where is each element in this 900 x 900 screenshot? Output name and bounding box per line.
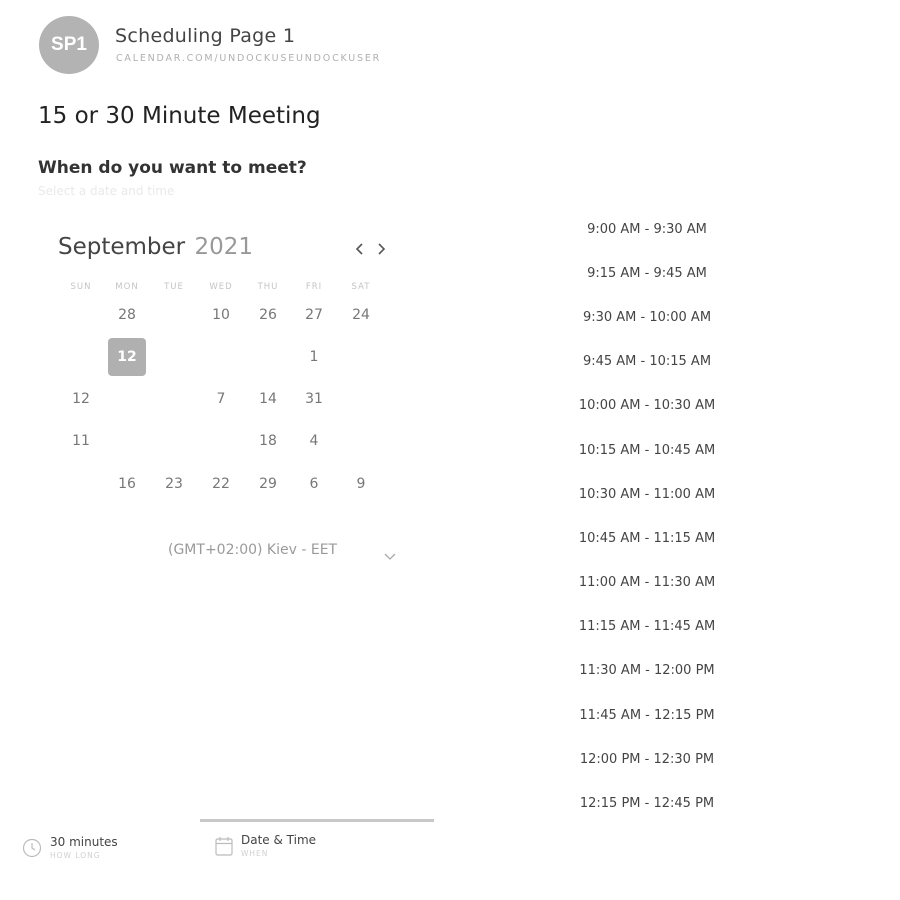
time-slot-button[interactable]: 11:45 AM - 12:15 PM [540,693,754,737]
calendar-day[interactable]: 31 [295,380,333,418]
calendar-day[interactable]: 10 [202,296,240,334]
calendar-day[interactable]: 18 [249,422,287,460]
step-date-time[interactable]: Date & Time WHEN [214,832,374,862]
time-slot-button[interactable]: 11:00 AM - 11:30 AM [540,561,754,605]
chevron-down-icon [384,553,396,560]
meeting-subtext: Select a date and time [38,184,175,198]
time-slot-list: 9:00 AM - 9:30 AM 9:15 AM - 9:45 AM 9:30 A… [540,207,754,826]
time-slot-button[interactable]: 11:30 AM - 12:00 PM [540,649,754,693]
calendar-month: September [58,234,186,260]
time-slot-button[interactable]: 11:15 AM - 11:45 AM [540,605,754,649]
step-date-time-label: Date & Time [241,833,317,847]
chevron-left-icon [355,243,363,255]
weekday-label: MON [115,282,139,292]
calendar-day[interactable]: 11 [62,422,100,460]
calendar-day-selected[interactable]: 12 [108,338,146,376]
avatar: SP1 [39,16,99,74]
calendar-icon [215,837,233,856]
calendar-day[interactable]: 7 [202,380,240,418]
meeting-title: 15 or 30 Minute Meeting [38,103,321,129]
calendar-month-title: September 2021 [58,234,253,260]
weekday-label: TUE [164,282,184,292]
chevron-right-icon [378,243,386,255]
step-duration[interactable]: 30 minutes HOW LONG [22,834,182,864]
clock-icon [22,838,42,858]
calendar-day[interactable]: 22 [202,465,240,503]
time-slot-button[interactable]: 10:45 AM - 11:15 AM [540,516,754,560]
calendar-day[interactable]: 24 [342,296,380,334]
calendar-day[interactable]: 6 [295,465,333,503]
calendar-day[interactable]: 12 [62,380,100,418]
calendar-day[interactable]: 9 [342,465,380,503]
time-slot-button[interactable]: 12:00 PM - 12:30 PM [540,737,754,781]
calendar-day[interactable]: 26 [249,296,287,334]
calendar-day[interactable]: 28 [108,296,146,334]
time-slot-button[interactable]: 9:30 AM - 10:00 AM [540,295,754,339]
active-step-indicator [200,819,434,822]
step-duration-label: 30 minutes [50,835,118,849]
time-slot-button[interactable]: 9:00 AM - 9:30 AM [540,207,754,251]
time-slot-button[interactable]: 9:15 AM - 9:45 AM [540,251,754,295]
timezone-dropdown-button[interactable] [383,547,397,566]
weekday-label: SAT [351,282,371,292]
calendar-day[interactable]: 14 [249,380,287,418]
calendar-day[interactable]: 16 [108,465,146,503]
scheduling-page-url: CALENDAR.COM/UNDOCKUSEUNDOCKUSER [116,53,382,64]
time-slot-button[interactable]: 10:30 AM - 11:00 AM [540,472,754,516]
timezone-select[interactable]: (GMT+02:00) Kiev - EET [168,542,337,558]
calendar-day[interactable]: 1 [295,338,333,376]
step-duration-sublabel: HOW LONG [50,851,101,860]
step-date-time-sublabel: WHEN [241,849,269,858]
weekday-label: WED [209,282,233,292]
prev-month-button[interactable] [352,240,368,258]
scheduling-page-name: Scheduling Page 1 [115,25,296,47]
meeting-question: When do you want to meet? [38,158,307,178]
time-slot-button[interactable]: 10:00 AM - 10:30 AM [540,384,754,428]
weekday-label: THU [257,282,279,292]
time-slot-button[interactable]: 10:15 AM - 10:45 AM [540,428,754,472]
calendar-day[interactable]: 29 [249,465,287,503]
calendar-year: 2021 [194,234,253,260]
weekday-label: SUN [70,282,92,292]
next-month-button[interactable] [373,240,389,258]
weekday-label: FRI [305,282,323,292]
time-slot-button[interactable]: 9:45 AM - 10:15 AM [540,340,754,384]
time-slot-button[interactable]: 12:15 PM - 12:45 PM [540,781,754,825]
calendar-day[interactable]: 27 [295,296,333,334]
calendar-day[interactable]: 23 [155,465,193,503]
calendar-day[interactable]: 4 [295,422,333,460]
